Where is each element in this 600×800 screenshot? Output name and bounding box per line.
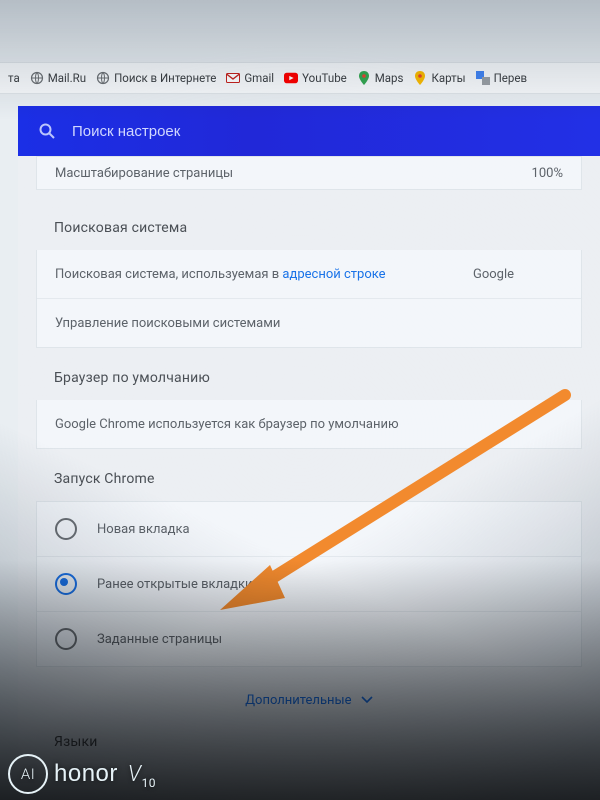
radio-label: Заданные страницы bbox=[97, 632, 222, 647]
bookmark-label: YouTube bbox=[302, 71, 347, 85]
bookmark-item[interactable]: Maps bbox=[357, 71, 404, 85]
setting-value: Google bbox=[473, 267, 563, 282]
bookmark-item[interactable]: Перев bbox=[476, 71, 527, 85]
bookmark-label: Gmail bbox=[244, 71, 274, 85]
radio-icon bbox=[55, 573, 77, 595]
search-icon bbox=[38, 122, 56, 140]
bookmark-item[interactable]: YouTube bbox=[284, 71, 347, 85]
setting-row-search-engine[interactable]: Поисковая система, используемая в адресн… bbox=[37, 250, 581, 298]
maps-pin-icon bbox=[357, 71, 371, 85]
advanced-toggle[interactable]: Дополнительные bbox=[18, 667, 600, 716]
address-bar-link[interactable]: адресной строке bbox=[282, 267, 385, 282]
radio-icon bbox=[55, 518, 77, 540]
section-heading-default-browser: Браузер по умолчанию bbox=[18, 348, 600, 400]
setting-label: Google Chrome используется как браузер п… bbox=[55, 417, 563, 432]
bookmark-label: Поиск в Интернете bbox=[114, 71, 216, 85]
settings-panel: Масштабирование страницы 100% Поисковая … bbox=[18, 156, 600, 800]
search-input[interactable] bbox=[70, 122, 580, 141]
bookmark-label: Maps bbox=[375, 71, 404, 85]
startup-option-continue[interactable]: Ранее открытые вкладки bbox=[37, 556, 581, 611]
startup-option-new-tab[interactable]: Новая вкладка bbox=[37, 502, 581, 556]
startup-option-specific-pages[interactable]: Заданные страницы bbox=[37, 611, 581, 666]
settings-search-bar[interactable] bbox=[18, 106, 600, 156]
device-watermark: AI honor V 10 bbox=[8, 754, 156, 794]
setting-label: Поисковая система, используемая в адресн… bbox=[55, 267, 473, 282]
advanced-label: Дополнительные bbox=[245, 693, 351, 708]
bookmark-label: та bbox=[8, 71, 20, 85]
globe-icon bbox=[96, 71, 110, 85]
radio-label: Ранее открытые вкладки bbox=[97, 577, 253, 592]
globe-icon bbox=[30, 71, 44, 85]
bookmark-label: Mail.Ru bbox=[48, 71, 86, 85]
startup-options: Новая вкладка Ранее открытые вкладки Зад… bbox=[36, 501, 582, 667]
section-heading-search-engine: Поисковая система bbox=[18, 190, 600, 250]
radio-label: Новая вкладка bbox=[97, 522, 190, 537]
setting-row-default-browser: Google Chrome используется как браузер п… bbox=[37, 400, 581, 448]
chevron-down-icon bbox=[361, 696, 373, 704]
setting-value: 100% bbox=[532, 166, 563, 181]
translate-icon bbox=[476, 71, 490, 85]
ai-badge-icon: AI bbox=[8, 754, 48, 794]
bookmark-item[interactable]: Mail.Ru bbox=[30, 71, 86, 85]
radio-icon bbox=[55, 628, 77, 650]
bookmark-item[interactable]: Gmail bbox=[226, 71, 274, 85]
bookmarks-bar[interactable]: та Mail.Ru Поиск в Интернете Gmail bbox=[0, 62, 600, 94]
maps-pin-icon bbox=[413, 71, 427, 85]
bookmark-item[interactable]: Поиск в Интернете bbox=[96, 71, 216, 85]
bookmark-label: Перев bbox=[494, 71, 527, 85]
youtube-icon bbox=[284, 71, 298, 85]
setting-label: Масштабирование страницы bbox=[55, 166, 532, 181]
section-heading-startup: Запуск Chrome bbox=[18, 449, 600, 501]
setting-row-manage-engines[interactable]: Управление поисковыми системами bbox=[37, 298, 581, 347]
bookmark-item[interactable]: Карты bbox=[413, 71, 465, 85]
gmail-icon bbox=[226, 71, 240, 85]
bookmark-label: Карты bbox=[431, 71, 465, 85]
setting-label: Управление поисковыми системами bbox=[55, 316, 563, 331]
setting-row-zoom[interactable]: Масштабирование страницы 100% bbox=[37, 157, 581, 189]
bookmark-item[interactable]: та bbox=[8, 71, 20, 85]
